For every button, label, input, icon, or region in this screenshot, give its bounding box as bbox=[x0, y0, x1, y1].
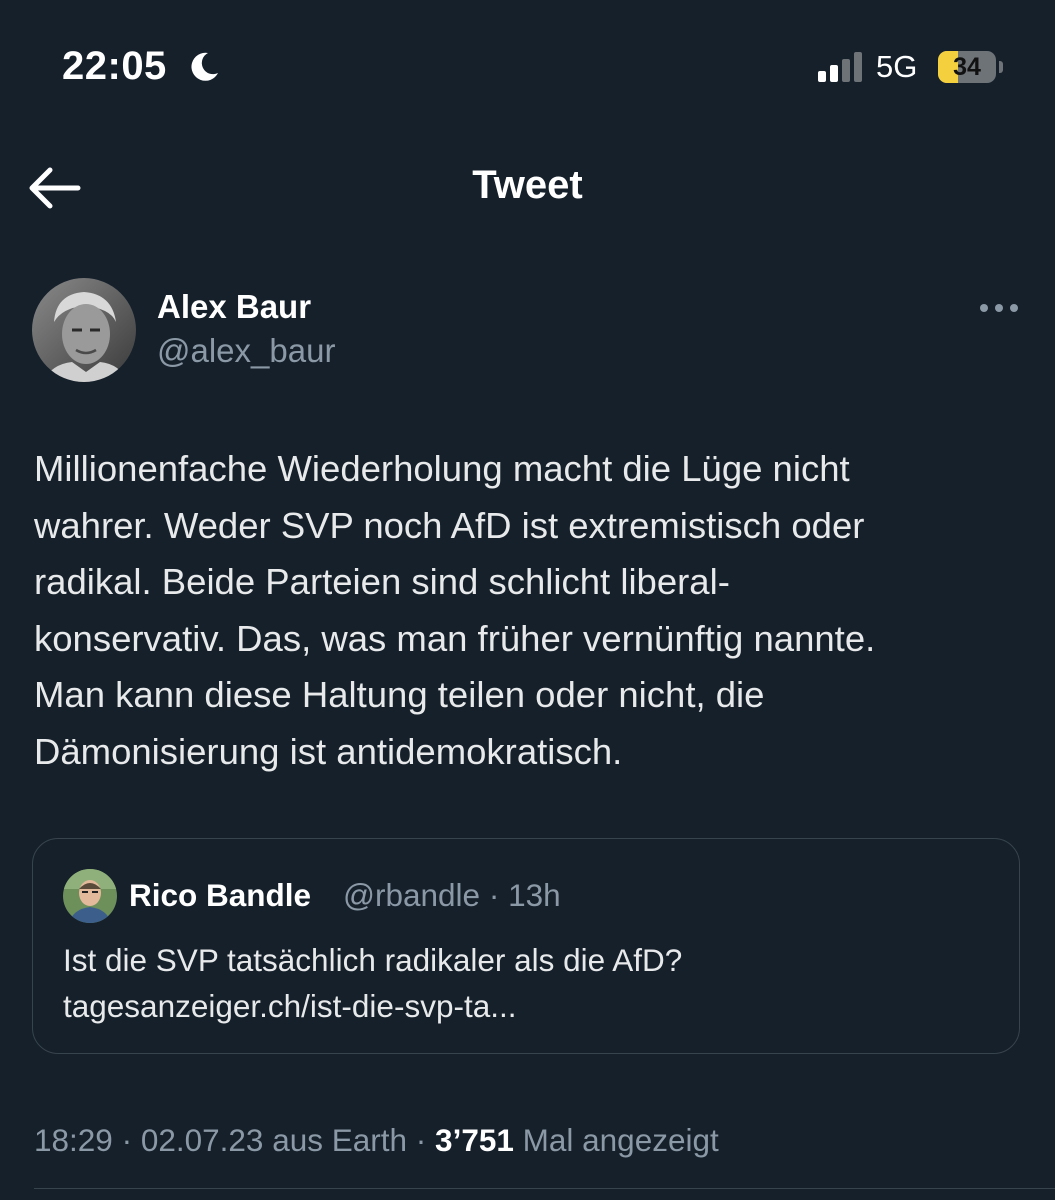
quoted-tweet[interactable]: Rico Bandle @rbandle · 13h Ist die SVP t… bbox=[32, 838, 1020, 1054]
status-bar: 22:05 5G 34 bbox=[0, 0, 1055, 130]
more-button[interactable] bbox=[974, 294, 1024, 322]
quote-text: Ist die SVP tatsächlich radikaler als di… bbox=[63, 942, 683, 1024]
quote-author-name: Rico Bandle bbox=[129, 877, 312, 913]
author-name[interactable]: Alex Baur bbox=[157, 288, 311, 326]
battery-icon: 34 bbox=[938, 51, 996, 83]
quote-separator: · bbox=[488, 877, 500, 913]
network-label: 5G bbox=[876, 49, 918, 84]
meta-separator: · bbox=[407, 1122, 436, 1158]
avatar[interactable] bbox=[32, 278, 136, 382]
more-horizontal-icon bbox=[980, 304, 1018, 312]
views-label: Mal angezeigt bbox=[513, 1122, 719, 1158]
divider bbox=[34, 1188, 1055, 1189]
tweet-text: Millionenfache Wiederholung macht die Lü… bbox=[34, 448, 876, 772]
page-title: Tweet bbox=[472, 163, 583, 207]
quote-meta: @rbandle · 13h bbox=[343, 877, 561, 914]
tweet-source: aus Earth bbox=[263, 1122, 408, 1158]
tweet-meta: 18:29 · 02.07.23 aus Earth · 3’751 Mal a… bbox=[34, 1122, 719, 1159]
author-handle[interactable]: @alex_baur bbox=[157, 332, 335, 370]
moon-icon bbox=[191, 52, 218, 81]
views-count[interactable]: 3’751 bbox=[435, 1122, 514, 1158]
signal-icon bbox=[818, 52, 862, 82]
quote-author-handle: @rbandle bbox=[343, 877, 481, 913]
tweet-date: 02.07.23 bbox=[140, 1122, 264, 1158]
battery-level: 34 bbox=[953, 53, 981, 81]
quote-avatar bbox=[63, 869, 117, 923]
tweet-time: 18:29 bbox=[34, 1122, 113, 1158]
battery-tip bbox=[999, 61, 1003, 73]
quote-time: 13h bbox=[508, 877, 561, 913]
status-time: 22:05 bbox=[62, 44, 167, 88]
meta-separator: · bbox=[112, 1122, 141, 1158]
